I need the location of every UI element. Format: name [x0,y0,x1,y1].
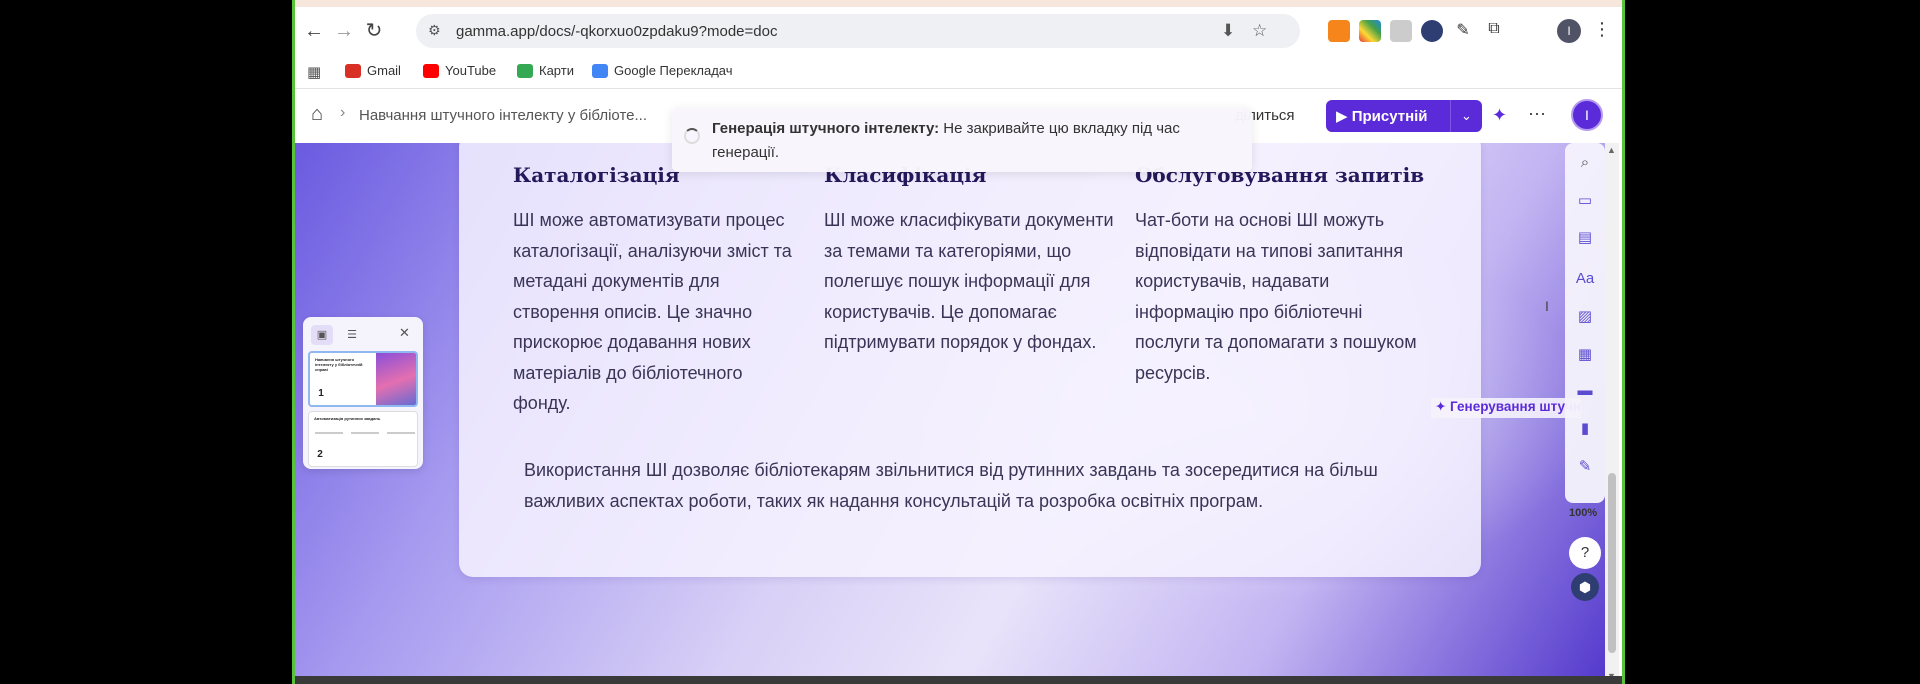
layout-icon[interactable]: ▤ [1575,228,1595,248]
slide-number: 2 [313,448,327,462]
zoom-level[interactable]: 100% [1569,507,1597,519]
column-body: Чат-боти на основі ШІ можуть відповідати… [1135,210,1417,383]
apps-grid-icon[interactable]: ▦ [307,63,321,81]
avatar[interactable]: I [1571,99,1603,131]
hex-extension-icon[interactable] [1421,20,1443,42]
url-text[interactable]: gamma.app/docs/-qkorxuo0zpdaku9?mode=doc [456,23,777,40]
slide-thumbnails-panel: ▣ ☰ ✕ Навчання штучного інтелекту у бібл… [303,317,423,469]
thumbnail-title: Навчання штучного інтелекту у бібліотечн… [315,357,363,372]
column-cataloging: Каталогізація ШІ може автоматизувати про… [513,163,803,419]
arrow-right-icon[interactable]: → [331,18,357,44]
list-view-icon[interactable]: ☰ [341,325,363,345]
bookmark-label: Gmail [367,63,401,78]
address-bar[interactable]: ⚙ gamma.app/docs/-qkorxuo0zpdaku9?mode=d… [416,14,1300,48]
bookmark-star-icon[interactable]: ☆ [1252,21,1267,41]
reload-icon[interactable]: ↻ [361,18,387,44]
generating-indicator: ✦ Генерування штучного [1431,398,1581,418]
taskbar [295,676,1622,684]
slide-thumbnail[interactable]: Автоматизація рутинних завдань 2 [308,411,418,467]
close-icon[interactable]: ✕ [399,325,410,341]
card-icon[interactable]: ▬ [1575,381,1595,401]
column-classification: Класифікація ШІ може класифікувати докум… [824,163,1114,358]
bookmark-label: Google Перекладач [614,63,733,78]
content-card[interactable]: Каталогізація ШІ може автоматизувати про… [459,143,1481,577]
chevron-right-icon: › [340,104,346,121]
edit-icon[interactable]: ✎ [1575,457,1595,477]
home-icon[interactable]: ⌂ [311,103,323,126]
chevron-down-icon[interactable]: ⌄ [1450,100,1482,132]
bookmark-maps[interactable]: Карти [517,63,574,78]
slide-number: 1 [314,387,328,401]
thumbnail-title: Автоматизація рутинних завдань [314,416,381,421]
maps-icon [517,63,533,78]
sparkle-icon[interactable]: ✦ [1492,105,1507,126]
column-requests: Обслуговування запитів Чат-боти на основ… [1135,163,1425,388]
tab-strip [295,0,1622,7]
kebab-menu-icon[interactable]: ⋮ [1593,19,1611,40]
column-body: ШІ може класифікувати документи за темам… [824,210,1114,352]
column-body: ШІ може автоматизувати процес каталогіза… [513,210,792,413]
table-icon[interactable]: ▦ [1575,345,1595,365]
present-label: ▶ Присутній [1336,108,1428,125]
gmail-icon [345,63,361,78]
bookmark-translate[interactable]: Google Перекладач [592,63,733,78]
scrollbar[interactable]: ▲ ▼ [1605,143,1619,684]
browser-window: ← → ↻ ⚙ gamma.app/docs/-qkorxuo0zpdaku9?… [292,0,1625,684]
bookmarks-bar: ▦ Gmail YouTube Карти Google Перекладач [295,55,1622,89]
arrow-left-icon[interactable]: ← [301,18,327,44]
pen-extension-icon[interactable]: ✎ [1452,20,1474,42]
scroll-up-icon[interactable]: ▲ [1607,145,1616,155]
search-icon[interactable]: ⌕ [1575,153,1595,173]
metamask-extension-icon[interactable] [1328,20,1350,42]
browser-toolbar: ← → ↻ ⚙ gamma.app/docs/-qkorxuo0zpdaku9?… [295,7,1622,55]
chart-icon[interactable]: ▮ [1575,419,1595,439]
bookmark-label: Карти [539,63,574,78]
summary-paragraph: Використання ШІ дозволяє бібліотекарям з… [524,460,1378,511]
right-toolbar: ⌕ ▭ ▤ Aa ▨ ▦ ▬ ▮ ✎ 100% ? ⬢ [1565,143,1605,684]
install-app-icon[interactable]: ⬇ [1221,21,1235,41]
hex-icon[interactable]: ⬢ [1571,573,1599,601]
text-cursor-icon: I [1545,298,1549,314]
add-card-icon[interactable]: ▭ [1575,191,1595,211]
bookmark-label: YouTube [445,63,497,78]
puzzle-icon[interactable]: ⧉ [1483,20,1505,42]
youtube-icon [423,63,439,78]
site-info-icon[interactable]: ⚙ [428,22,446,40]
translate-icon [592,63,608,78]
bookmark-youtube[interactable]: YouTube [423,63,496,78]
colorful-extension-icon[interactable] [1359,20,1381,42]
slide-thumbnail[interactable]: Навчання штучного інтелекту у бібліотечн… [308,351,418,407]
text-style-icon[interactable]: Aa [1575,269,1595,289]
grid-view-icon[interactable]: ▣ [311,325,333,345]
extension-icon[interactable] [1390,20,1412,42]
scroll-thumb[interactable] [1608,473,1616,653]
toast-title: Генерація штучного інтелекту: [712,120,940,137]
bookmark-gmail[interactable]: Gmail [345,63,401,78]
more-icon[interactable]: ··· [1528,103,1546,124]
spinner-icon [684,128,700,144]
present-button[interactable]: ▶ Присутній ⌄ [1326,100,1482,132]
breadcrumb[interactable]: Навчання штучного інтелекту у бібліоте..… [359,107,647,124]
chrome-profile-avatar[interactable]: I [1557,19,1581,43]
document-canvas: Каталогізація ШІ може автоматизувати про… [295,143,1605,684]
thumbnail-image [376,353,416,405]
image-icon[interactable]: ▨ [1575,307,1595,327]
generation-toast: Генерація штучного інтелекту: Не закрива… [672,108,1252,172]
help-button[interactable]: ? [1569,537,1601,569]
